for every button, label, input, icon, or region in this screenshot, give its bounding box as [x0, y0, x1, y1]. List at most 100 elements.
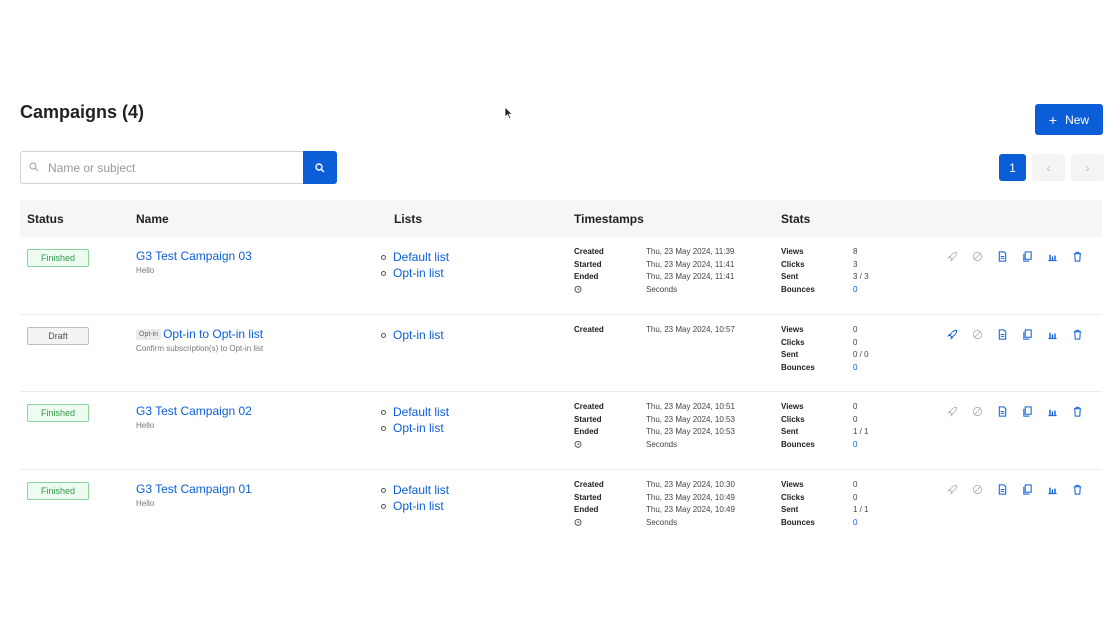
analytics-button[interactable] [1045, 404, 1059, 418]
chart-icon [1047, 254, 1057, 261]
campaign-subject: Confirm subscription(s) to Opt-in list [136, 344, 264, 353]
stats-cell: Views 0 Clicks 0 Sent 0 / 0 Bounces 0 [781, 315, 931, 392]
ts-created: Thu, 23 May 2024, 10:30 [646, 480, 735, 489]
stat-bounces-link[interactable]: 0 [853, 518, 931, 529]
clock-icon [574, 518, 582, 526]
list-link[interactable]: Default list [381, 249, 574, 265]
stat-bounces-link[interactable]: 0 [853, 285, 931, 296]
column-header-timestamps[interactable]: Timestamps [574, 200, 781, 237]
delete-campaign-button[interactable] [1070, 482, 1084, 496]
rocket-icon [946, 251, 957, 262]
ts-created: Thu, 23 May 2024, 10:57 [646, 325, 735, 334]
stat-label: Clicks [781, 492, 805, 502]
campaign-name-link[interactable]: G3 Test Campaign 03 [136, 249, 252, 263]
lists-cell: Default list Opt-in list [381, 237, 574, 315]
prev-page-button[interactable]: ‹ [1032, 154, 1065, 181]
name-cell: G3 Test Campaign 03 Hello [136, 237, 394, 315]
stat-label: Sent [781, 350, 799, 359]
campaign-name-link[interactable]: G3 Test Campaign 02 [136, 404, 252, 418]
rocket-icon [946, 329, 957, 340]
delete-campaign-button[interactable] [1070, 404, 1084, 418]
ts-started: Thu, 23 May 2024, 11:41 [646, 259, 735, 269]
preview-campaign-button[interactable] [995, 482, 1009, 496]
next-page-button[interactable]: › [1071, 154, 1104, 181]
actions-cell [931, 315, 1102, 392]
campaign-type-tag: Opt-in [136, 329, 162, 340]
preview-campaign-button[interactable] [995, 249, 1009, 263]
lists-cell: Default list Opt-in list [381, 470, 574, 548]
clone-campaign-button[interactable] [1020, 404, 1034, 418]
campaigns-table: Status Name Lists Timestamps Stats Finis… [20, 200, 1102, 547]
preview-icon [998, 328, 1006, 340]
list-link[interactable]: Opt-in list [381, 265, 574, 281]
ts-duration: Seconds [646, 517, 678, 527]
mouse-cursor-icon [504, 106, 514, 120]
stat-sent: 1 / 1 [853, 505, 869, 514]
column-header-status[interactable]: Status [20, 200, 136, 237]
start-campaign-button[interactable] [945, 327, 959, 341]
trash-icon [1073, 329, 1081, 340]
list-link[interactable]: Default list [381, 482, 574, 498]
actions-cell [931, 470, 1102, 548]
status-cell: Finished [20, 237, 136, 315]
list-link[interactable]: Opt-in list [381, 498, 574, 514]
timestamps-cell: Created Thu, 23 May 2024, 10:51 Started … [574, 392, 781, 470]
stat-bounces-link[interactable]: 0 [853, 440, 931, 451]
ts-duration: Seconds [646, 439, 678, 449]
trash-icon [1073, 251, 1081, 262]
table-row: Finished G3 Test Campaign 01 Hello Defau… [20, 470, 1102, 548]
clone-campaign-button[interactable] [1020, 249, 1034, 263]
delete-campaign-button[interactable] [1070, 327, 1084, 341]
ts-label: Ended [574, 427, 599, 436]
page-button-1[interactable]: 1 [999, 154, 1026, 181]
search-input[interactable] [20, 151, 303, 184]
status-badge: Finished [27, 249, 89, 267]
start-campaign-button[interactable] [945, 482, 959, 496]
rocket-icon [946, 484, 957, 495]
timestamps-cell: Created Thu, 23 May 2024, 11:39 Started … [574, 237, 781, 315]
start-campaign-button[interactable] [945, 404, 959, 418]
stat-views: 8 [853, 247, 858, 256]
name-cell: Opt-in Opt-in to Opt-in list Confirm subs… [136, 315, 394, 392]
timestamps-cell: Created Thu, 23 May 2024, 10:30 Started … [574, 470, 781, 548]
column-header-name[interactable]: Name [136, 200, 394, 237]
campaign-subject: Hello [136, 266, 155, 275]
table-header-row: Status Name Lists Timestamps Stats [20, 200, 1102, 237]
clone-campaign-button[interactable] [1020, 482, 1034, 496]
list-link[interactable]: Default list [381, 404, 574, 420]
stat-label: Sent [781, 272, 799, 281]
list-link[interactable]: Opt-in list [381, 420, 574, 436]
ts-label: Created [574, 402, 604, 411]
analytics-button[interactable] [1045, 327, 1059, 341]
analytics-button[interactable] [1045, 249, 1059, 263]
cancel-campaign-button[interactable] [970, 249, 984, 263]
list-link[interactable]: Opt-in list [381, 327, 574, 343]
stat-bounces-link[interactable]: 0 [853, 363, 931, 374]
stat-clicks: 3 [853, 259, 858, 269]
new-campaign-button[interactable]: + New [1035, 104, 1103, 135]
cancel-campaign-button[interactable] [970, 482, 984, 496]
ts-label: Created [574, 325, 604, 334]
preview-campaign-button[interactable] [995, 404, 1009, 418]
campaign-name-link[interactable]: G3 Test Campaign 01 [136, 482, 252, 496]
ts-ended: Thu, 23 May 2024, 10:53 [646, 427, 735, 436]
stat-label: Sent [781, 427, 799, 436]
preview-icon [998, 250, 1006, 262]
search-button[interactable] [303, 151, 337, 184]
preview-campaign-button[interactable] [995, 327, 1009, 341]
stat-label: Bounces [781, 284, 815, 294]
cancel-campaign-button[interactable] [970, 404, 984, 418]
trash-icon [1073, 406, 1081, 417]
analytics-button[interactable] [1045, 482, 1059, 496]
start-campaign-button[interactable] [945, 249, 959, 263]
campaign-name-link[interactable]: Opt-in to Opt-in list [163, 327, 263, 341]
stat-label: Views [781, 402, 804, 411]
stat-views: 0 [853, 402, 858, 411]
stat-label: Bounces [781, 517, 815, 527]
cancel-campaign-button[interactable] [970, 327, 984, 341]
clone-campaign-button[interactable] [1020, 327, 1034, 341]
delete-campaign-button[interactable] [1070, 249, 1084, 263]
cancel-icon [972, 251, 982, 261]
status-cell: Draft [20, 315, 136, 392]
status-badge: Draft [27, 327, 89, 345]
